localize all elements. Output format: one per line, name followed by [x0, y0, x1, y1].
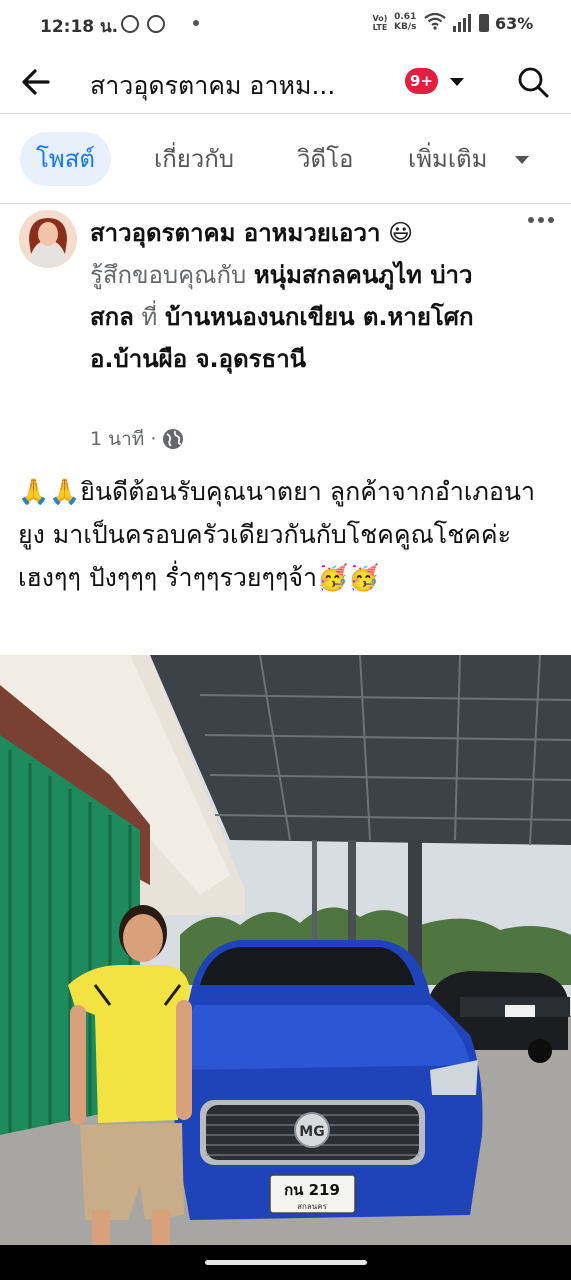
meta-separator: ·: [150, 428, 157, 450]
notification-badge[interactable]: 9+: [405, 68, 439, 94]
page-title: สาวอุดรตาคม อาหม...: [90, 71, 336, 100]
system-nav-bar: [0, 1245, 571, 1280]
chevron-down-icon[interactable]: [450, 78, 464, 86]
media-status-icon: [121, 15, 139, 33]
post-text: 🙏🙏ยินดีต้อนรับคุณนาตยา ลูกค้าจากอำเภอนาย…: [18, 477, 536, 592]
back-arrow-icon[interactable]: [18, 64, 54, 100]
avatar[interactable]: [19, 210, 77, 268]
speed-unit: KB/s: [394, 22, 417, 32]
chevron-down-icon[interactable]: [515, 156, 529, 164]
globe-icon: [163, 429, 184, 449]
post-header: สาวอุดรตาคม อาหมวยเอวา 😃 รู้สึกขอบคุณกับ…: [90, 212, 500, 380]
tab-more[interactable]: เพิ่มเติม: [408, 132, 487, 186]
plate-sub: สกลนคร: [297, 1202, 327, 1211]
speed-value: 0.61: [394, 12, 417, 22]
status-bar: 12:18 น. Vo) LTE 0.61 KB/s 63%: [0, 0, 571, 48]
messenger-icon: [147, 15, 165, 33]
battery-icon: [479, 14, 489, 32]
notification-dot-icon: [193, 20, 199, 26]
tab-posts[interactable]: โพสต์: [20, 132, 111, 186]
network-speed: 0.61 KB/s: [394, 12, 416, 32]
status-time: 12:18 น.: [40, 17, 119, 37]
home-handle[interactable]: [205, 1260, 367, 1265]
car-badge: MG: [299, 1124, 324, 1140]
battery-percent: 63%: [495, 14, 534, 33]
post-photo[interactable]: MG กน 219 สกลนคร: [0, 655, 571, 1245]
signal-icon: [453, 14, 471, 32]
search-icon[interactable]: [516, 65, 550, 99]
post-time[interactable]: 1 นาที: [90, 424, 144, 454]
tab-about[interactable]: เกี่ยวกับ: [154, 132, 234, 186]
plate-main: กน 219: [284, 1181, 340, 1199]
post-author[interactable]: สาวอุดรตาคม อาหมวยเอวา: [90, 219, 380, 247]
volte-icon: Vo) LTE: [372, 14, 388, 32]
page-tabs: โพสต์ เกี่ยวกับ วิดีโอ เพิ่มเติม: [0, 114, 571, 204]
more-icon[interactable]: [526, 214, 556, 226]
feeling-label: รู้สึกขอบคุณกับ: [90, 261, 247, 289]
tab-videos[interactable]: วิดีโอ: [297, 132, 353, 186]
author-emoji: 😃: [388, 219, 414, 247]
at-label: ที่: [141, 303, 158, 331]
page-header: สาวอุดรตาคม อาหม... 9+: [0, 48, 571, 114]
post-meta: 1 นาที ·: [90, 424, 184, 454]
wifi-icon: [424, 12, 446, 30]
